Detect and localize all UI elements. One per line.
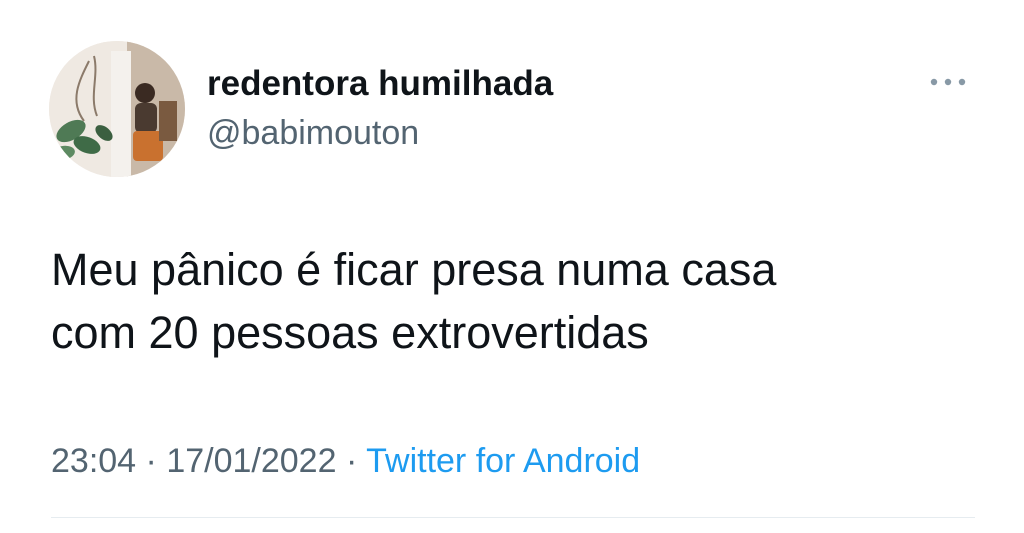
divider [51, 517, 975, 518]
metadata-separator: · [345, 442, 358, 480]
tweet-metadata: 23:04 · 17/01/2022 · Twitter for Android [51, 442, 640, 481]
display-name[interactable]: redentora humilhada [207, 64, 553, 104]
more-options-button[interactable] [920, 68, 976, 96]
avatar[interactable] [49, 41, 185, 177]
tweet-time[interactable]: 23:04 [51, 442, 136, 480]
tweet-text-line: Meu pânico é ficar presa numa casa [51, 244, 777, 295]
tweet-source-link[interactable]: Twitter for Android [366, 442, 640, 480]
more-horizontal-icon [930, 78, 966, 86]
metadata-separator: · [145, 442, 157, 480]
username-handle[interactable]: @babimouton [207, 114, 419, 153]
tweet-date[interactable]: 17/01/2022 [166, 442, 336, 480]
tweet-text: Meu pânico é ficar presa numa casa com 2… [51, 238, 991, 364]
avatar-photo [49, 41, 185, 177]
tweet-text-line: com 20 pessoas extrovertidas [51, 307, 649, 358]
tweet-card: redentora humilhada @babimouton Meu pâni… [0, 0, 1024, 533]
